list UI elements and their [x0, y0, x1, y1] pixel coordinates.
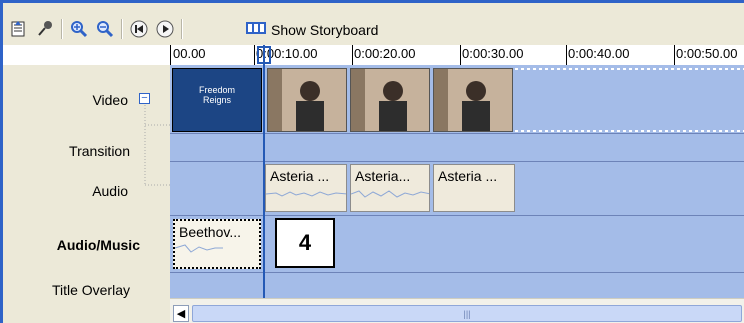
title-clip[interactable]: Freedom Reigns [172, 68, 262, 132]
waveform [175, 244, 223, 253]
ruler-label: 0:00:40.00 [568, 46, 630, 61]
waveform [266, 191, 346, 197]
storyboard-icon [246, 20, 266, 41]
audio-clip[interactable]: Asteria ... [433, 164, 515, 212]
show-storyboard-button[interactable]: Show Storyboard [246, 20, 378, 40]
title-clip-text: Reigns [202, 95, 231, 105]
track-divider [170, 272, 744, 273]
video-clip[interactable] [433, 68, 513, 132]
audio-clip-label: Asteria... [355, 168, 411, 184]
music-clip-label: Beethov... [179, 224, 242, 240]
narrate-icon[interactable] [35, 19, 55, 39]
horizontal-scrollbar[interactable]: ◀ ||| [170, 298, 744, 323]
ruler-label: 0:00:50.00 [676, 46, 738, 61]
zoom-in-icon[interactable] [69, 19, 89, 39]
scroll-left-icon[interactable]: ◀ [173, 305, 189, 322]
scroll-thumb[interactable]: ||| [192, 305, 742, 322]
audio-clip[interactable]: Asteria... [350, 164, 430, 212]
toolbar-divider [61, 19, 63, 39]
playhead-line[interactable] [263, 45, 265, 303]
ruler-label: 0:00:20.00 [354, 46, 416, 61]
video-thumbnail [434, 69, 512, 131]
ruler-tick [170, 45, 171, 65]
toolbar-divider [121, 19, 123, 39]
title-overlay-track-label: Title Overlay [51, 282, 130, 298]
play-icon[interactable] [155, 19, 175, 39]
ruler-tick [460, 45, 461, 65]
collapse-icon[interactable]: − [139, 93, 150, 104]
track-divider [170, 215, 744, 216]
zoom-out-icon[interactable] [95, 19, 115, 39]
track-labels-column: Video − Transition Audio Audio/Music Tit… [3, 65, 170, 323]
timeline-tracks[interactable]: Freedom Reigns Asteria ... Asteria... As… [170, 65, 744, 298]
grip-icon: ||| [463, 308, 471, 319]
playhead-handle[interactable] [257, 46, 271, 64]
timeline-toolbar: Show Storyboard [3, 3, 744, 45]
ruler-tick [674, 45, 675, 65]
audio-clip-label: Asteria ... [270, 168, 330, 184]
show-storyboard-label: Show Storyboard [271, 22, 379, 38]
toolbar-divider [181, 19, 183, 39]
ruler-label: 00.00 [173, 46, 206, 61]
ruler-label: 0:00:30.00 [462, 46, 524, 61]
track-tree-connector [144, 105, 170, 186]
waveform [351, 190, 429, 198]
timeline-icon[interactable] [8, 19, 28, 39]
audio-clip-label: Asteria ... [438, 168, 498, 184]
ruler-tick [352, 45, 353, 65]
drop-zone-outline [515, 68, 744, 132]
audio-music-track-label: Audio/Music [56, 237, 140, 253]
title-clip-text: Freedom [198, 85, 235, 95]
track-divider [170, 133, 744, 134]
audio-clip[interactable]: Asteria ... [265, 164, 347, 212]
music-clip[interactable]: Beethov... [173, 219, 261, 269]
video-clip[interactable] [350, 68, 430, 132]
video-thumbnail [268, 69, 346, 131]
step-callout: 4 [275, 218, 335, 268]
video-track-label: Video [92, 92, 128, 108]
ruler-tick [254, 45, 255, 65]
movie-maker-timeline: Show Storyboard 00.00 0:00:10.00 0:00:20… [0, 0, 744, 323]
transition-track-label: Transition [69, 143, 130, 159]
audio-track-label: Audio [92, 183, 128, 199]
video-thumbnail [351, 69, 429, 131]
rewind-icon[interactable] [129, 19, 149, 39]
video-clip[interactable] [267, 68, 347, 132]
track-divider [170, 161, 744, 162]
ruler-tick [566, 45, 567, 65]
